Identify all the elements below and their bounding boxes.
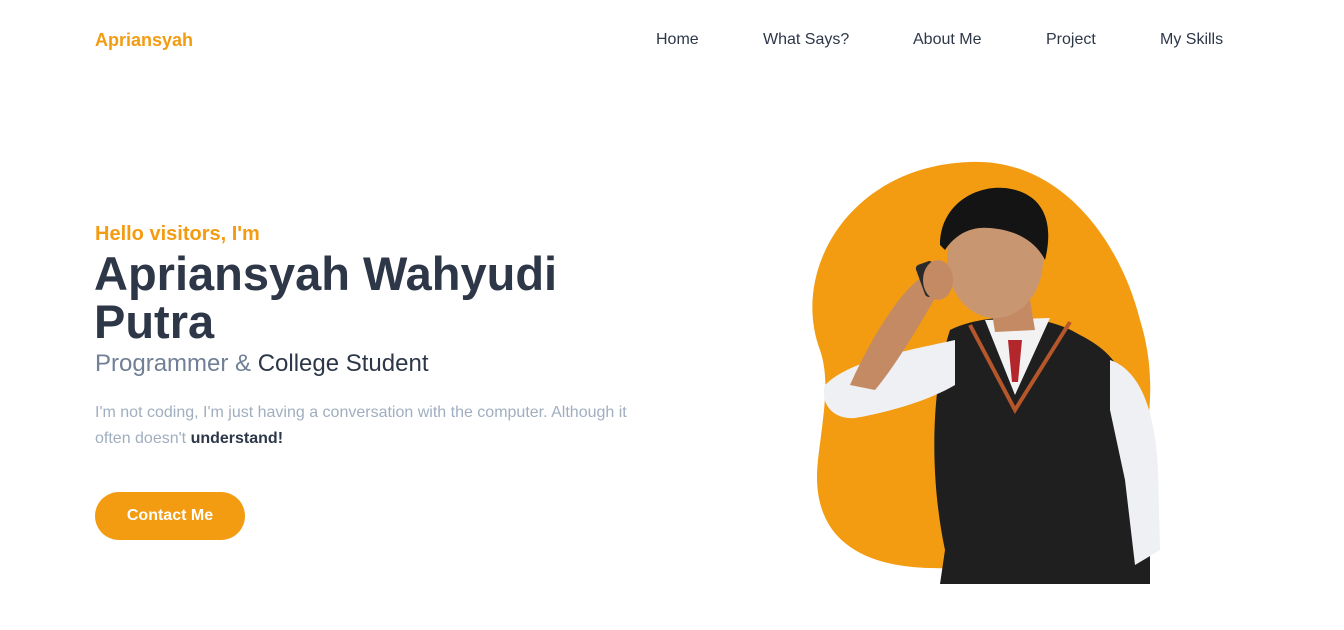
hero-description: I'm not coding, I'm just having a conver… [95,400,655,452]
hero-greeting: Hello visitors, I'm [95,223,260,245]
nav-item-my-skills[interactable]: My Skills [1160,31,1223,49]
hero-role-primary: Programmer & [95,350,258,377]
hero-portrait-image [812,161,1160,584]
hero-description-text: I'm not coding, I'm just having a conver… [95,404,627,447]
hero-role: Programmer & College Student [95,350,429,378]
nav-item-about-me[interactable]: About Me [913,31,981,49]
hero-description-emphasis: understand! [190,430,284,447]
brand-logo[interactable]: Apriansyah [95,30,193,51]
nav-item-project[interactable]: Project [1046,31,1096,49]
nav-item-what-says[interactable]: What Says? [763,31,849,49]
contact-me-button[interactable]: Contact Me [95,492,245,540]
nav-item-home[interactable]: Home [656,31,699,49]
page: Apriansyah Home What Says? About Me Proj… [0,0,1344,630]
hero-role-secondary: College Student [257,350,429,377]
hero-name: Apriansyah Wahyudi Putra [94,247,558,348]
